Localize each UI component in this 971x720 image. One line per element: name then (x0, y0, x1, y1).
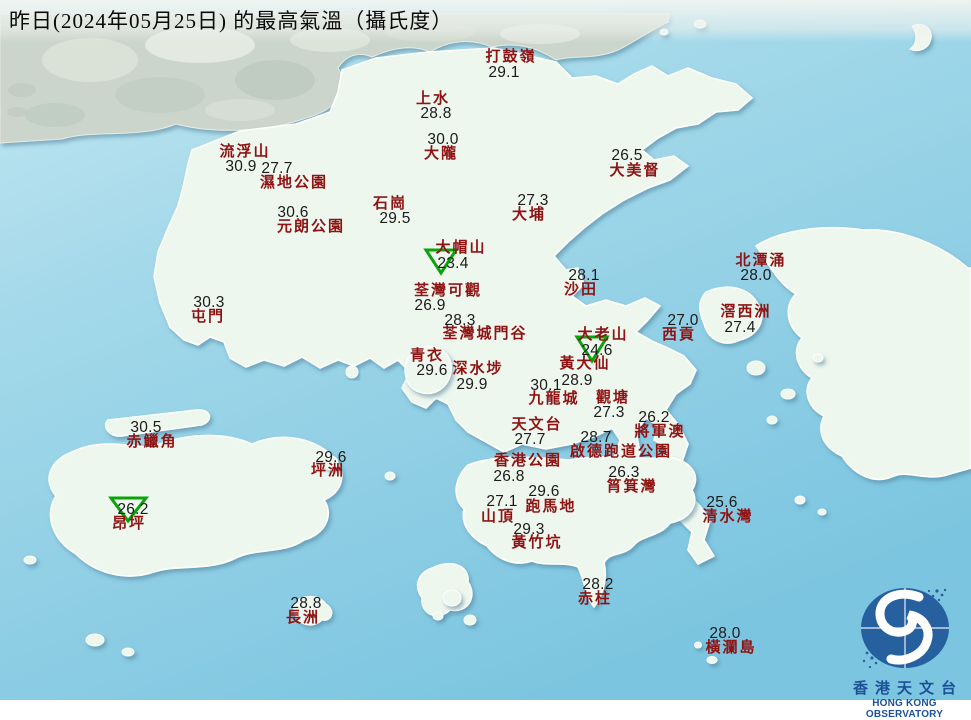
station-value: 26.2 (117, 501, 149, 518)
hko-max-temperature-map: { "title": "昨日(2024年05月25日) 的最高氣溫（攝氏度）",… (0, 0, 971, 720)
station-name: 黃大仙 (559, 356, 611, 372)
station-value: 29.5 (379, 210, 411, 227)
station-value: 30.9 (225, 158, 257, 175)
hko-logo-english-name: HONG KONG OBSERVATORY (865, 698, 944, 720)
station-value: 30.5 (130, 419, 162, 436)
station-value: 29.6 (528, 483, 560, 500)
station-name: 赤柱 (577, 591, 613, 607)
station-value: 29.6 (416, 362, 448, 379)
station-value: 26.9 (414, 297, 446, 314)
station-name: 大老山 (577, 327, 629, 343)
station-name: 濕地公園 (259, 175, 329, 191)
station-name: 將軍澳 (634, 424, 686, 440)
station-name: 元朗公園 (276, 219, 346, 235)
station-value: 28.1 (568, 267, 600, 284)
station-name: 屯門 (190, 309, 226, 325)
station-name: 大美督 (609, 163, 661, 179)
station-value: 27.4 (724, 319, 756, 336)
station-name: 西貢 (661, 327, 697, 343)
station-name: 山頂 (480, 509, 516, 525)
station-value: 27.7 (261, 160, 293, 177)
station-value: 26.5 (611, 147, 643, 164)
station-value: 28.8 (420, 105, 452, 122)
station-value: 26.3 (608, 464, 640, 481)
station-label-layer: 打鼓嶺 29.1 上水 28.8 大隴 30.0 流浮山 30.9 濕地公園 2… (0, 0, 971, 700)
station-value: 28.3 (444, 312, 476, 329)
station-value: 28.0 (740, 267, 772, 284)
hko-logo-chinese-name: 香港天文台 (852, 681, 963, 697)
station-value: 29.9 (456, 376, 488, 393)
station-value: 26.2 (638, 409, 670, 426)
station-value: 29.1 (488, 64, 520, 81)
station-name: 大帽山 (435, 240, 487, 256)
station-name: 啟德跑道公園 (569, 444, 673, 460)
station-value: 27.7 (514, 431, 546, 448)
station-name: 香港公園 (493, 453, 563, 469)
hko-logo-emblem (860, 588, 949, 669)
station-name: 大隴 (423, 146, 459, 162)
station-value: 28.9 (561, 372, 593, 389)
station-value: 27.3 (593, 404, 625, 421)
station-value: 28.8 (290, 595, 322, 612)
station-value: 30.3 (193, 294, 225, 311)
station-value: 28.7 (580, 429, 612, 446)
station-name: 大埔 (511, 207, 547, 223)
station-value: 28.0 (709, 625, 741, 642)
station-value: 27.1 (486, 493, 518, 510)
station-value: 30.6 (277, 204, 309, 221)
station-name: 滘西洲 (720, 304, 772, 320)
station-name: 跑馬地 (525, 499, 577, 515)
station-name: 昂坪 (111, 516, 147, 532)
station-value: 26.8 (493, 468, 525, 485)
station-value: 29.6 (315, 449, 347, 466)
station-name: 筲箕灣 (606, 479, 658, 495)
station-value: 23.4 (437, 255, 469, 272)
station-name: 沙田 (563, 282, 599, 298)
station-name: 清水灣 (702, 509, 754, 525)
station-value: 30.1 (530, 377, 562, 394)
station-value: 27.0 (667, 312, 699, 329)
station-name: 赤鱲角 (126, 434, 178, 450)
station-name: 橫瀾島 (705, 640, 757, 656)
station-name: 打鼓嶺 (485, 49, 537, 65)
station-name: 長洲 (285, 610, 321, 626)
page-title: 昨日(2024年05月25日) 的最高氣溫（攝氏度） (9, 9, 454, 33)
station-name: 深水埗 (452, 361, 504, 377)
station-value: 30.0 (427, 131, 459, 148)
hko-logo: 香港天文台 HONG KONG OBSERVATORY (838, 583, 971, 720)
station-value: 29.3 (513, 521, 545, 538)
station-value: 25.6 (706, 494, 738, 511)
station-value: 27.3 (517, 192, 549, 209)
station-value: 28.2 (582, 576, 614, 593)
